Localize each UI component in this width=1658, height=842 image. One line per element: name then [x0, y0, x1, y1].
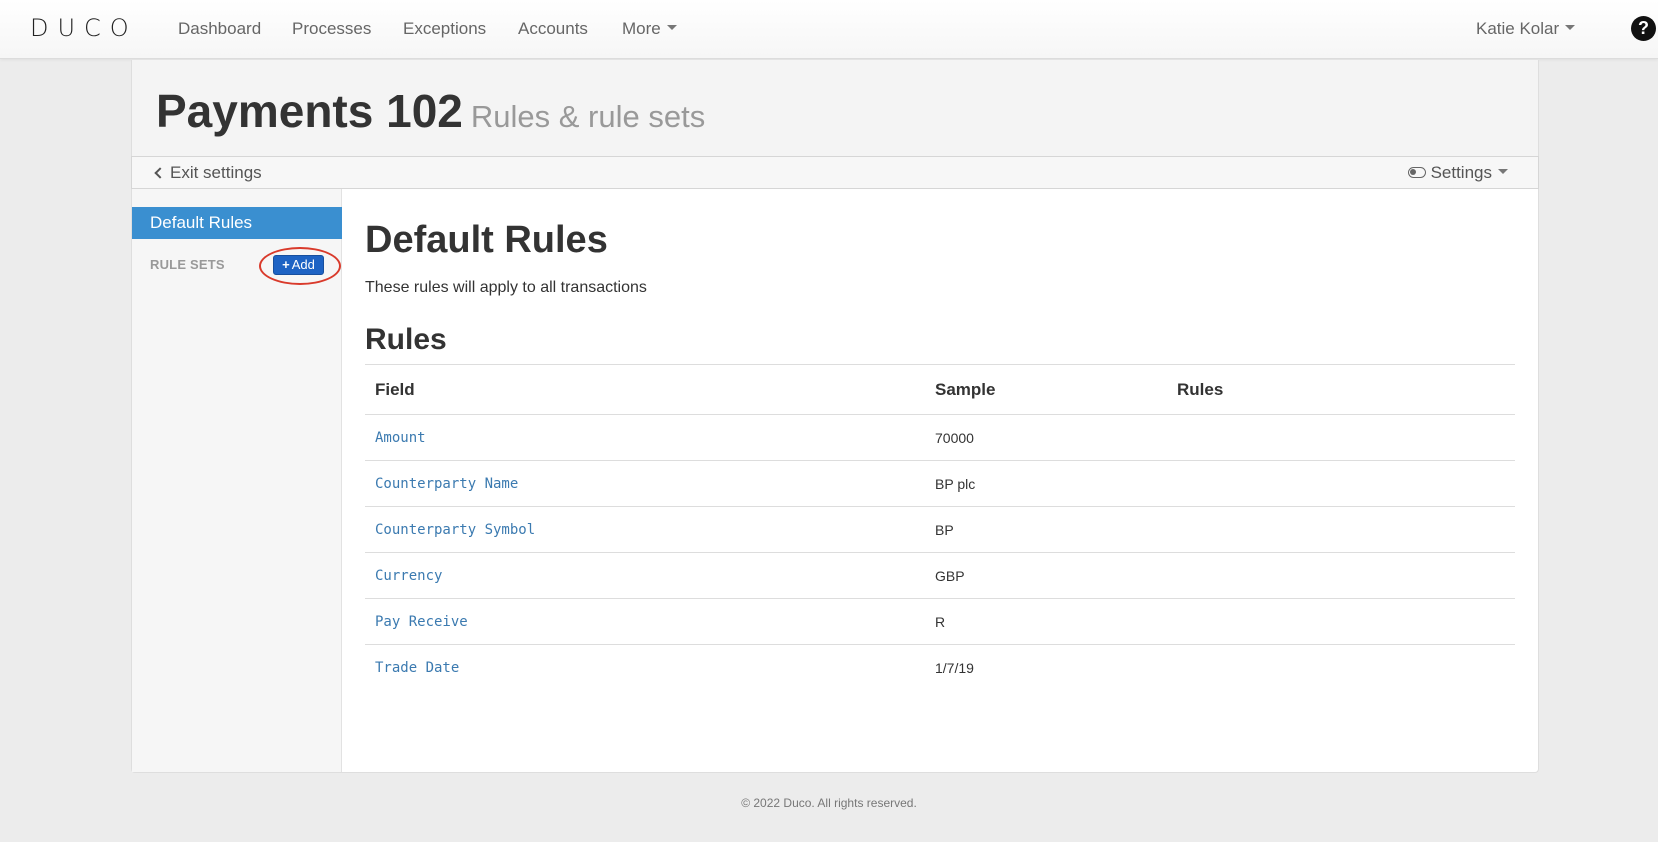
table-row: Pay Receive R: [365, 598, 1515, 645]
sample-cell: 1/7/19: [935, 659, 974, 676]
field-cell: Counterparty Name: [365, 460, 925, 507]
sample-cell: 70000: [925, 414, 1167, 461]
rules-cell: [1167, 460, 1515, 507]
top-navbar: DUCO Dashboard Processes Exceptions Acco…: [0, 0, 1658, 59]
sidebar: Default Rules RULE SETS + Add: [132, 189, 342, 772]
plus-icon: +: [282, 257, 290, 272]
help-icon[interactable]: ?: [1631, 16, 1656, 41]
page-title: Payments 102 Rules & rule sets: [156, 84, 705, 138]
toggle-icon: [1407, 167, 1426, 178]
sidebar-item-default-rules[interactable]: Default Rules: [132, 207, 342, 239]
field-cell: Counterparty Symbol: [365, 506, 925, 553]
nav-exceptions[interactable]: Exceptions: [403, 19, 486, 39]
field-link-currency[interactable]: Currency: [375, 568, 442, 584]
rules-cell: [1167, 552, 1515, 599]
rules-cell: [1167, 645, 1515, 691]
field-link-counterparty-symbol[interactable]: Counterparty Symbol: [375, 522, 535, 538]
section-title: Default Rules: [365, 219, 608, 261]
table-row: Amount 70000: [365, 414, 1515, 461]
field-link-pay-receive[interactable]: Pay Receive: [375, 614, 468, 630]
column-header-rules: Rules: [1167, 364, 1515, 415]
user-name: Katie Kolar: [1476, 19, 1560, 38]
column-header-sample: Sample: [925, 364, 1167, 415]
footer-copyright: © 2022 Duco. All rights reserved.: [741, 796, 917, 810]
page-title-text: Payments 102: [156, 85, 463, 137]
content-panel: Default Rules RULE SETS + Add Default Rul…: [131, 189, 1539, 773]
rules-heading: Rules: [365, 323, 447, 356]
rule-sets-label: RULE SETS: [150, 257, 225, 272]
field-link-amount[interactable]: Amount: [375, 430, 426, 446]
add-rule-set-button[interactable]: + Add: [273, 255, 324, 275]
field-cell: Trade Date: [365, 645, 925, 691]
field-link-counterparty-name[interactable]: Counterparty Name: [375, 476, 518, 492]
duco-logo[interactable]: DUCO: [30, 14, 138, 42]
rules-cell: [1167, 598, 1515, 645]
nav-dashboard[interactable]: Dashboard: [178, 19, 261, 39]
table-row: Trade Date 1/7/19: [365, 645, 1515, 691]
rules-cell: [1167, 506, 1515, 553]
add-button-label: Add: [291, 257, 315, 272]
field-cell: Amount: [365, 414, 925, 461]
user-menu-dropdown[interactable]: Katie Kolar: [1476, 19, 1576, 39]
sample-cell: GBP: [925, 552, 1167, 599]
nav-processes[interactable]: Processes: [292, 19, 371, 39]
table-row: Counterparty Symbol BP: [365, 506, 1515, 553]
field-cell: Pay Receive: [365, 598, 925, 645]
settings-bar: Exit settings Settings: [131, 156, 1539, 189]
table-row: Currency GBP: [365, 552, 1515, 599]
nav-more-label: More: [622, 19, 661, 38]
settings-dropdown[interactable]: Settings: [1407, 163, 1508, 183]
caret-down-icon: [1565, 25, 1576, 31]
nav-more-dropdown[interactable]: More: [622, 19, 677, 39]
rules-cell: [1167, 414, 1515, 461]
field-link-trade-date[interactable]: Trade Date: [375, 660, 459, 676]
exit-settings-link[interactable]: Exit settings: [154, 163, 262, 183]
column-header-field: Field: [365, 364, 925, 415]
page-subtitle: Rules & rule sets: [470, 99, 706, 134]
section-description: These rules will apply to all transactio…: [365, 279, 647, 296]
sample-cell: BP plc: [925, 460, 1167, 507]
sample-cell: BP: [925, 506, 1167, 553]
sample-cell: R: [925, 598, 1167, 645]
exit-settings-label: Exit settings: [170, 163, 262, 182]
page-header: Payments 102 Rules & rule sets: [131, 60, 1539, 156]
table-header-row: Field Sample Rules: [365, 364, 1515, 415]
caret-down-icon: [666, 25, 677, 31]
chevron-left-icon: [154, 167, 166, 179]
caret-down-icon: [1498, 169, 1508, 175]
nav-accounts[interactable]: Accounts: [518, 19, 588, 39]
rules-table: Field Sample Rules Amount 70000 Counterp…: [365, 364, 1515, 691]
table-row: Counterparty Name BP plc: [365, 460, 1515, 507]
settings-label: Settings: [1430, 163, 1492, 182]
field-cell: Currency: [365, 552, 925, 599]
